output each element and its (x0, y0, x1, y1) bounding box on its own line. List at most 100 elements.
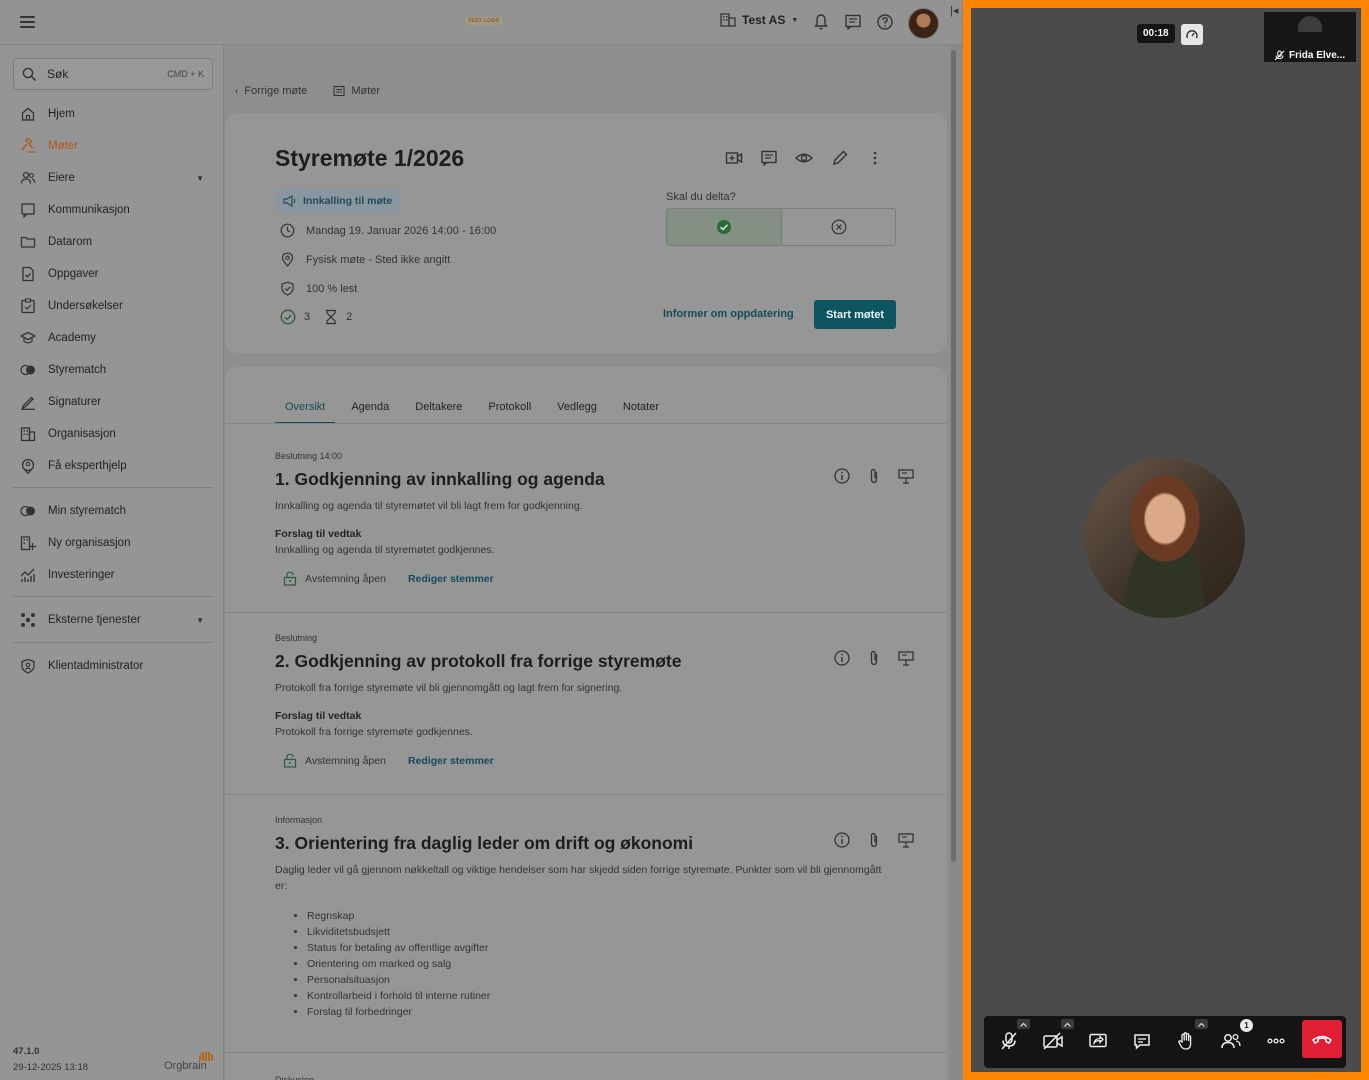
agenda-item-bullets: Regnskap Likviditetsbudsjett Status for … (307, 908, 895, 1020)
mic-options-caret[interactable] (1017, 1019, 1030, 1029)
tab-oversikt[interactable]: Oversikt (275, 393, 336, 424)
agenda-item-actions (833, 649, 915, 667)
edit-icon[interactable] (831, 149, 849, 167)
sidebar-item-min-styrematch[interactable]: Min styrematch (20, 503, 126, 519)
screen-share-icon[interactable] (1087, 1030, 1109, 1052)
list-item: Orientering om marked og salg (307, 956, 895, 972)
add-building-icon (20, 535, 36, 551)
camera-off-icon[interactable] (1042, 1030, 1064, 1052)
info-icon[interactable] (833, 467, 851, 485)
hang-up-icon (1311, 1035, 1333, 1044)
info-icon[interactable] (833, 831, 851, 849)
presentation-icon[interactable] (897, 467, 915, 485)
leave-call-button[interactable] (1302, 1020, 1342, 1058)
meeting-card: Styremøte 1/2026 Innkalling til møte Man… (225, 113, 947, 353)
attend-no-button[interactable] (782, 209, 895, 245)
section-divider (225, 1052, 947, 1053)
edit-votes-link[interactable]: Rediger stemmer (408, 573, 494, 585)
participants-icon[interactable] (1220, 1030, 1242, 1052)
user-avatar[interactable] (908, 8, 939, 39)
sidebar-item-signaturer[interactable]: Signaturer (20, 394, 101, 410)
pending-count: 2 (346, 311, 353, 323)
app-version: 47.1.0 (13, 1046, 40, 1057)
reactions-caret[interactable] (1195, 1019, 1208, 1029)
sidebar-item-styrematch[interactable]: Styrematch (20, 362, 106, 378)
attachment-icon[interactable] (865, 467, 883, 485)
breadcrumb-section[interactable]: Møter (351, 85, 380, 97)
sidebar-item-datarom[interactable]: Datarom (20, 234, 92, 250)
agenda-item-title[interactable]: 1. Godkjenning av innkalling og agenda (275, 469, 895, 490)
video-add-icon[interactable] (725, 149, 743, 167)
bell-icon[interactable] (812, 13, 830, 31)
tab-deltakere[interactable]: Deltakere (405, 393, 472, 424)
sidebar-item-fa-eksperthjelp[interactable]: Få eksperthjelp (20, 458, 127, 474)
pen-icon (20, 394, 36, 410)
tab-vedlegg[interactable]: Vedlegg (547, 393, 607, 424)
meeting-responses: 3 2 (280, 309, 352, 325)
raise-hand-icon[interactable] (1175, 1030, 1197, 1052)
collapse-panel-icon[interactable]: |◂ (950, 4, 958, 17)
more-vertical-icon[interactable] (866, 149, 884, 167)
agenda-item-description: Innkalling og agenda til styremøtet vil … (275, 500, 583, 512)
chart-icon (20, 567, 36, 583)
help-icon[interactable] (876, 13, 894, 31)
chat-icon[interactable] (844, 13, 862, 31)
sidebar-divider (13, 596, 213, 597)
agenda-card: Oversikt Agenda Deltakere Protokoll Vedl… (225, 367, 947, 1080)
sidebar-item-academy[interactable]: Academy (20, 330, 96, 346)
mic-off-icon[interactable] (998, 1030, 1020, 1052)
sidebar-item-investeringer[interactable]: Investeringer (20, 567, 114, 583)
match-icon (20, 362, 36, 378)
eye-icon[interactable] (795, 149, 813, 167)
building-icon (20, 426, 36, 442)
attend-yes-button[interactable] (667, 209, 782, 245)
start-meeting-button[interactable]: Start møtet (814, 300, 896, 329)
back-link[interactable]: Forrige møte (244, 85, 307, 97)
sidebar-item-undersokelser[interactable]: Undersøkelser (20, 298, 123, 314)
attachment-icon[interactable] (865, 831, 883, 849)
meeting-read-status: 100 % lest (280, 281, 357, 296)
main-content: ‹ Forrige møte Møter Styremøte 1/2026 In… (225, 45, 950, 1080)
agenda-item-title[interactable]: 2. Godkjenning av protokoll fra forrige … (275, 651, 895, 672)
megaphone-icon (283, 195, 296, 207)
attend-question: Skal du delta? (666, 191, 736, 203)
sidebar-item-eiere[interactable]: Eiere ▼ (20, 170, 204, 186)
agenda-item-kind: Beslutning 14:00 (275, 451, 343, 461)
search-shortcut: CMD + K (167, 69, 204, 79)
info-icon[interactable] (833, 649, 851, 667)
more-options-icon[interactable] (1265, 1030, 1287, 1052)
tab-protokoll[interactable]: Protokoll (478, 393, 541, 424)
main-scrollbar[interactable] (951, 50, 956, 862)
org-selector[interactable]: Test AS ▼ (720, 13, 798, 27)
attachment-icon[interactable] (865, 649, 883, 667)
presentation-icon[interactable] (897, 831, 915, 849)
sidebar-item-moter[interactable]: Møter (20, 138, 78, 154)
edit-votes-link[interactable]: Rediger stemmer (408, 755, 494, 767)
sidebar-item-hjem[interactable]: Hjem (20, 106, 75, 122)
tab-agenda[interactable]: Agenda (341, 393, 399, 424)
build-date: 29-12-2025 13:18 (13, 1062, 89, 1073)
inform-update-link[interactable]: Informer om oppdatering (663, 308, 794, 320)
comment-icon[interactable] (760, 149, 778, 167)
tab-notater[interactable]: Notater (613, 393, 669, 424)
top-bar: TEST LOGO Test AS ▼ (0, 0, 962, 45)
agenda-item-title[interactable]: 3. Orientering fra daglig leder om drift… (275, 833, 895, 854)
chat-icon[interactable] (1131, 1030, 1153, 1052)
sidebar-item-klientadministrator[interactable]: Klientadministrator (20, 658, 143, 674)
sidebar-item-eksterne-tjenester[interactable]: Eksterne tjenester ▼ (20, 612, 204, 628)
menu-icon[interactable] (20, 16, 35, 28)
sidebar-item-organisasjon[interactable]: Organisasjon (20, 426, 116, 442)
agenda-item: Informasjon 3. Orientering fra daglig le… (275, 815, 914, 1020)
call-timer: 00:18 (1137, 24, 1175, 43)
search-input[interactable]: Søk CMD + K (13, 58, 213, 90)
search-icon (22, 67, 37, 81)
check-circle-filled-icon (717, 220, 731, 234)
sidebar-item-kommunikasjon[interactable]: Kommunikasjon (20, 202, 130, 218)
connection-quality-icon[interactable] (1181, 24, 1203, 45)
self-view-tile[interactable]: Frida Elve... (1264, 12, 1356, 62)
sidebar-item-ny-organisasjon[interactable]: Ny organisasjon (20, 535, 130, 551)
presentation-icon[interactable] (897, 649, 915, 667)
survey-icon (20, 298, 36, 314)
sidebar-item-oppgaver[interactable]: Oppgaver (20, 266, 99, 282)
camera-options-caret[interactable] (1061, 1019, 1074, 1029)
